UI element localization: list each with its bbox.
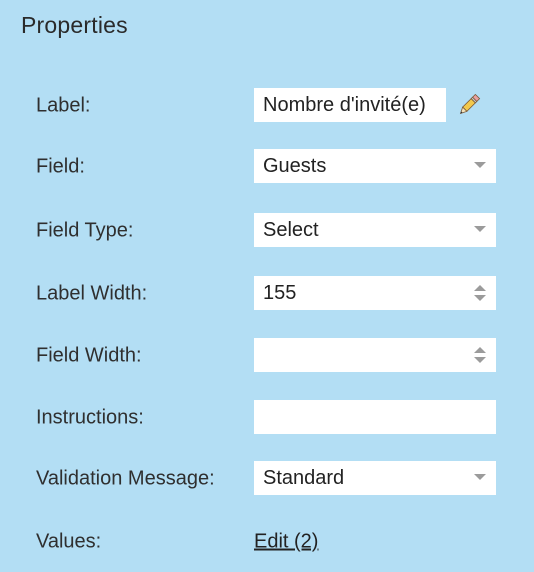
label-row: Label: Nombre d'invité(e) xyxy=(0,86,534,126)
field-width-row-label: Field Width: xyxy=(36,344,142,367)
instructions-row: Instructions: xyxy=(0,398,534,438)
field-type-row: Field Type: Select xyxy=(0,211,534,251)
spinner-up-icon[interactable] xyxy=(474,347,486,353)
label-width-row-label: Label Width: xyxy=(36,282,148,305)
properties-panel: Properties Label: Nombre d'invité(e) Fie… xyxy=(0,0,534,572)
field-type-select-value: Select xyxy=(263,219,319,241)
label-input[interactable]: Nombre d'invité(e) xyxy=(254,88,446,122)
label-width-row: Label Width: 155 xyxy=(0,274,534,314)
instructions-input[interactable] xyxy=(254,400,496,434)
validation-message-value: Standard xyxy=(263,467,345,489)
field-type-row-label: Field Type: xyxy=(36,219,134,242)
values-row: Values: Edit (2) xyxy=(0,522,534,562)
field-select[interactable]: Guests xyxy=(254,149,496,183)
validation-message-row: Validation Message: Standard xyxy=(0,459,534,499)
edit-values-link[interactable]: Edit (2) xyxy=(254,531,318,554)
field-width-row: Field Width: xyxy=(0,336,534,376)
label-width-value: 155 xyxy=(263,282,297,304)
instructions-row-label: Instructions: xyxy=(36,406,144,429)
validation-message-select[interactable]: Standard xyxy=(254,461,496,495)
spinner-down-icon[interactable] xyxy=(474,357,486,363)
label-input-value: Nombre d'invité(e) xyxy=(263,94,426,116)
field-select-value: Guests xyxy=(263,155,327,177)
values-row-label: Values: xyxy=(36,530,102,553)
spinner-up-icon[interactable] xyxy=(474,285,486,291)
spinner-arrows-icon[interactable] xyxy=(474,285,486,301)
validation-message-row-label: Validation Message: xyxy=(36,467,215,490)
panel-title: Properties xyxy=(21,12,128,38)
field-row-label: Field: xyxy=(36,155,85,178)
chevron-down-icon xyxy=(474,474,486,480)
field-width-stepper[interactable] xyxy=(254,338,496,372)
chevron-down-icon xyxy=(474,226,486,232)
label-width-stepper[interactable]: 155 xyxy=(254,276,496,310)
pencil-icon[interactable] xyxy=(455,91,483,119)
spinner-down-icon[interactable] xyxy=(474,295,486,301)
label-row-label: Label: xyxy=(36,94,91,117)
chevron-down-icon xyxy=(474,162,486,168)
spinner-arrows-icon[interactable] xyxy=(474,347,486,363)
field-row: Field: Guests xyxy=(0,147,534,187)
field-type-select[interactable]: Select xyxy=(254,213,496,247)
